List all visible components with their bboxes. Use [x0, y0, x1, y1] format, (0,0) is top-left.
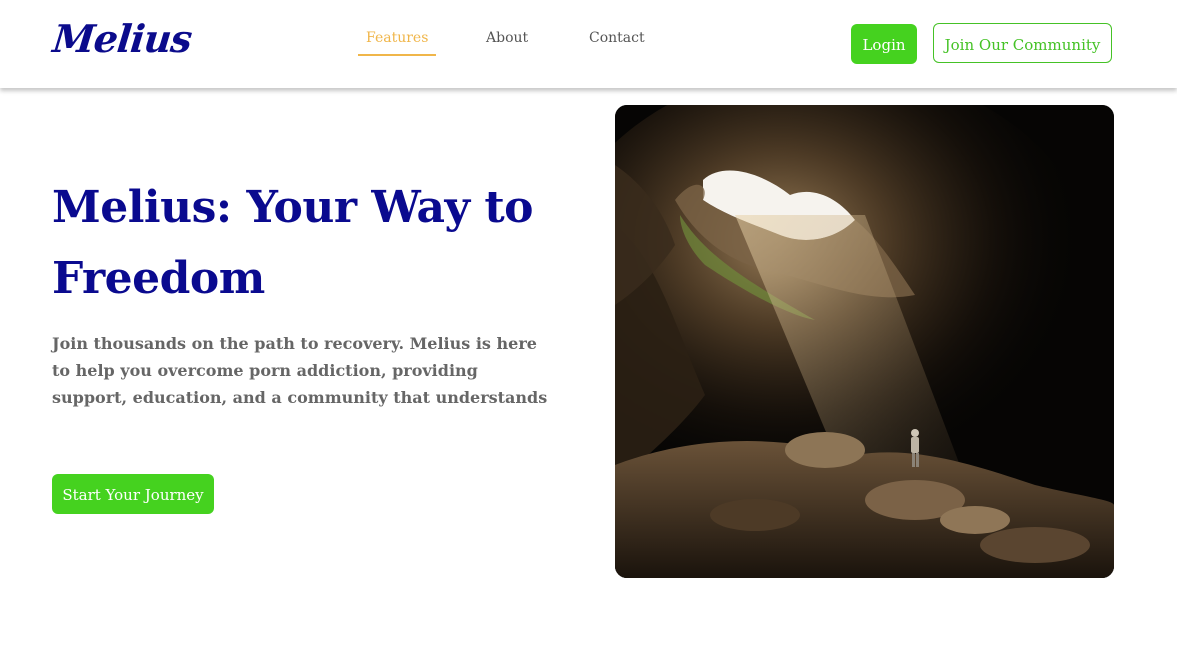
hero-title: Melius: Your Way to Freedom: [52, 182, 534, 304]
login-button[interactable]: Login: [851, 24, 917, 64]
join-community-button[interactable]: Join Our Community: [933, 23, 1112, 63]
nav-link-contact[interactable]: Contact: [589, 30, 645, 46]
nav-link-features[interactable]: Features: [358, 26, 437, 56]
hiker-figure: [911, 429, 919, 467]
start-journey-button[interactable]: Start Your Journey: [52, 474, 214, 514]
cave-illustration: [615, 105, 1114, 578]
top-navbar: Melius Features About Contact Login Join…: [0, 0, 1177, 88]
logo[interactable]: Melius: [51, 16, 194, 61]
hero-description: Join thousands on the path to recovery. …: [52, 334, 548, 407]
nav-link-about[interactable]: About: [486, 30, 528, 46]
hero-image: [615, 105, 1114, 578]
